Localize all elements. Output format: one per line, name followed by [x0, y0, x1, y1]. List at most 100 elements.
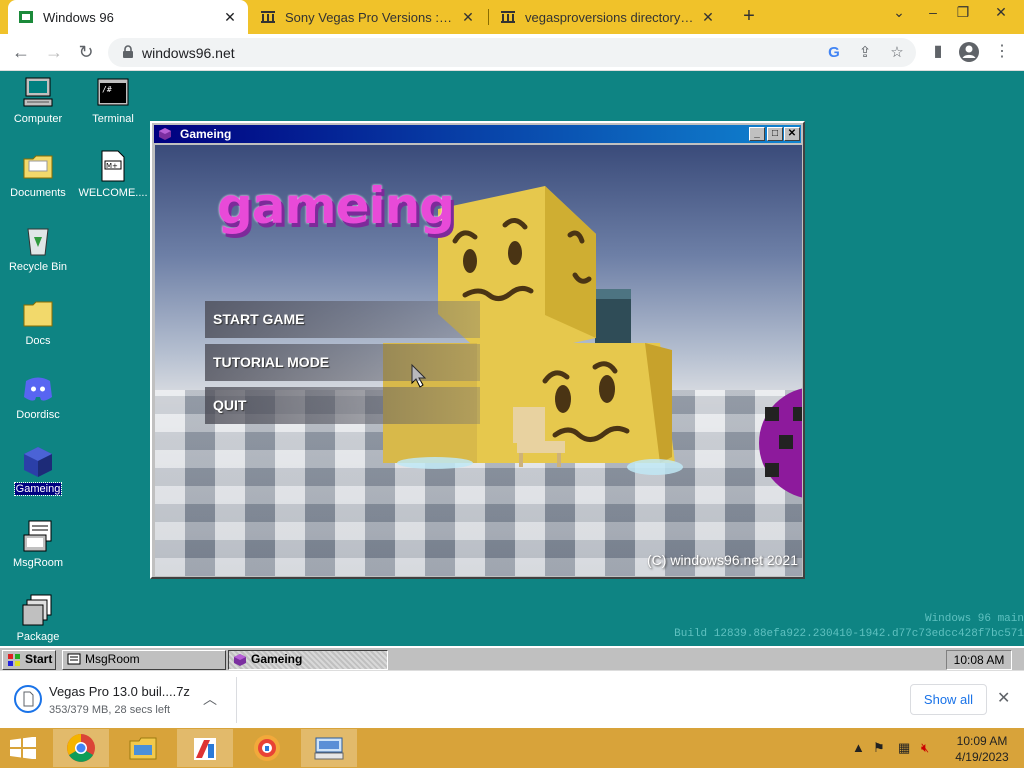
side-panel-icon[interactable]: ▮ [927, 41, 949, 63]
desktop-icon-label: Doordisc [16, 409, 60, 421]
start-game-button[interactable]: START GAME [205, 301, 480, 338]
desktop-icon-package[interactable]: Package [0, 593, 76, 643]
network-icon[interactable]: ▦ [898, 740, 910, 756]
cube-icon [233, 653, 247, 667]
recycle-bin-icon [21, 223, 55, 257]
tab-sony-vegas[interactable]: Sony Vegas Pro Versions : Free Download,… [250, 0, 486, 34]
desktop: Computer /# Terminal Documents M+ WELCOM… [0, 71, 1024, 646]
volume-muted-icon[interactable]: 🔇︎ [921, 740, 929, 756]
share-icon[interactable]: ⇪ [855, 43, 875, 63]
start-button[interactable]: Start [2, 650, 56, 670]
lock-icon [120, 44, 136, 60]
desktop-icon-recycle-bin[interactable]: Recycle Bin [0, 223, 76, 273]
folder-icon [21, 297, 55, 331]
taskbar-item-gameing[interactable]: Gameing [228, 650, 388, 670]
svg-text:/#: /# [102, 85, 112, 94]
new-tab-button[interactable]: + [737, 5, 761, 29]
window-titlebar[interactable]: Gameing _ □ ✕ [154, 125, 801, 143]
google-translate-icon[interactable]: G [824, 43, 844, 63]
show-hidden-icons-icon[interactable]: ▲ [852, 740, 865, 755]
desktop-icon-docs[interactable]: Docs [0, 297, 76, 347]
browser-toolbar: ← → ↻ windows96.net G ⇪ ☆ ▮ ⋮ [0, 34, 1024, 71]
build-info-line: Build 12839.88efa922.230410-1942.d77c73e… [674, 628, 1024, 640]
tab-search-chevron-icon[interactable]: ⌄ [882, 0, 916, 28]
browser-tab-strip: Windows 96 ✕ Sony Vegas Pro Versions : F… [0, 0, 1024, 34]
action-center-flag-icon[interactable]: ⚑ [873, 740, 885, 756]
desktop-icon-welcome[interactable]: M+ WELCOME.... [75, 149, 151, 199]
restore-window-icon[interactable]: ❐ [946, 0, 980, 28]
archive-favicon-icon [260, 9, 276, 25]
desktop-icon-label: Gameing [13, 482, 63, 496]
address-bar[interactable]: windows96.net G ⇪ ☆ [108, 38, 916, 67]
file-explorer-taskbar-icon[interactable] [115, 729, 171, 767]
close-download-bar-icon[interactable]: ✕ [997, 688, 1010, 708]
cube-icon [158, 127, 172, 141]
desktop-icon-label: Recycle Bin [8, 261, 68, 273]
browser-menu-icon[interactable]: ⋮ [991, 41, 1013, 63]
package-icon [21, 593, 55, 627]
desktop-icon-label: Docs [25, 335, 51, 347]
windows-taskbar: ▲ ⚑ ▦ 🔇︎ 10:09 AM 4/19/2023 [0, 728, 1024, 768]
gameing-window[interactable]: Gameing _ □ ✕ gameing START GAME TUTORIA… [150, 121, 805, 579]
desktop-icon-label: WELCOME.... [78, 187, 148, 199]
profile-avatar-icon[interactable] [958, 41, 980, 63]
download-progress-icon[interactable] [14, 685, 42, 713]
show-all-button[interactable]: Show all [910, 684, 987, 715]
terminal-icon: /# [96, 75, 130, 109]
paint-taskbar-icon[interactable] [177, 729, 233, 767]
svg-text:M+: M+ [106, 162, 118, 170]
desktop-icon-documents[interactable]: Documents [0, 149, 76, 199]
desktop-icon-gameing[interactable]: Gameing [0, 445, 76, 496]
window-maximize-button[interactable]: □ [767, 127, 783, 141]
back-arrow-icon[interactable]: ← [9, 40, 33, 64]
tutorial-mode-button[interactable]: TUTORIAL MODE [205, 344, 480, 381]
windows-start-icon[interactable] [8, 736, 38, 760]
chevron-up-icon[interactable]: ︿ [203, 689, 217, 709]
taskbar-item-msgroom[interactable]: MsgRoom [62, 650, 226, 670]
cube-icon [21, 445, 55, 479]
chrome-taskbar-icon[interactable] [53, 729, 109, 767]
start-label: Start [25, 652, 53, 666]
build-info-line: Windows 96 main [924, 613, 1024, 625]
clock-time: 10:09 AM [956, 734, 1008, 748]
windows-clock[interactable]: 10:09 AM 4/19/2023 [952, 733, 1012, 765]
url-text[interactable]: windows96.net [142, 45, 235, 61]
desktop-icon-terminal[interactable]: /# Terminal [75, 75, 151, 125]
desktop-icon-label: MsgRoom [12, 557, 64, 569]
keyboard-app-taskbar-icon[interactable] [301, 729, 357, 767]
discord-icon [21, 371, 55, 405]
windows96-favicon-icon [18, 9, 34, 25]
tab-title: vegasproversions directory listing [525, 9, 694, 25]
tab-windows96[interactable]: Windows 96 ✕ [8, 0, 248, 34]
privacy-app-taskbar-icon[interactable] [239, 729, 295, 767]
game-viewport[interactable]: gameing START GAME TUTORIAL MODE QUIT (C… [155, 145, 802, 576]
reload-icon[interactable]: ↻ [74, 40, 98, 64]
download-filename[interactable]: Vegas Pro 13.0 buil....7z [49, 684, 190, 699]
desktop-icon-doordisc[interactable]: Doordisc [0, 371, 76, 421]
window-title: Gameing [180, 127, 232, 141]
computer-icon [21, 75, 55, 109]
msgroom-icon [67, 653, 81, 667]
close-tab-icon[interactable]: ✕ [460, 9, 476, 26]
download-bar: Vegas Pro 13.0 buil....7z 353/379 MB, 28… [0, 670, 1024, 728]
start-logo-icon [7, 653, 21, 667]
taskbar-item-label: Gameing [251, 652, 303, 666]
tab-vegasproversions[interactable]: vegasproversions directory listing ✕ [490, 0, 726, 34]
window-close-button[interactable]: ✕ [784, 127, 800, 141]
close-window-icon[interactable]: ✕ [984, 0, 1018, 28]
quit-button[interactable]: QUIT [205, 387, 480, 424]
forward-arrow-icon[interactable]: → [42, 40, 66, 64]
w96-clock: 10:08 AM [946, 650, 1012, 670]
close-tab-icon[interactable]: ✕ [222, 9, 238, 26]
build-info: Windows 96 main Build 12839.88efa922.230… [674, 612, 1024, 642]
desktop-icon-computer[interactable]: Computer [0, 75, 76, 125]
bookmark-star-icon[interactable]: ☆ [887, 43, 907, 63]
tab-title: Sony Vegas Pro Versions : Free Download,… [285, 9, 454, 25]
desktop-icon-msgroom[interactable]: MsgRoom [0, 519, 76, 569]
taskbar-item-label: MsgRoom [85, 652, 140, 666]
window-minimize-button[interactable]: _ [749, 127, 765, 141]
clock-date: 4/19/2023 [955, 750, 1009, 764]
close-tab-icon[interactable]: ✕ [700, 9, 716, 26]
game-title: gameing [217, 177, 455, 235]
minimize-window-icon[interactable]: – [916, 0, 950, 28]
